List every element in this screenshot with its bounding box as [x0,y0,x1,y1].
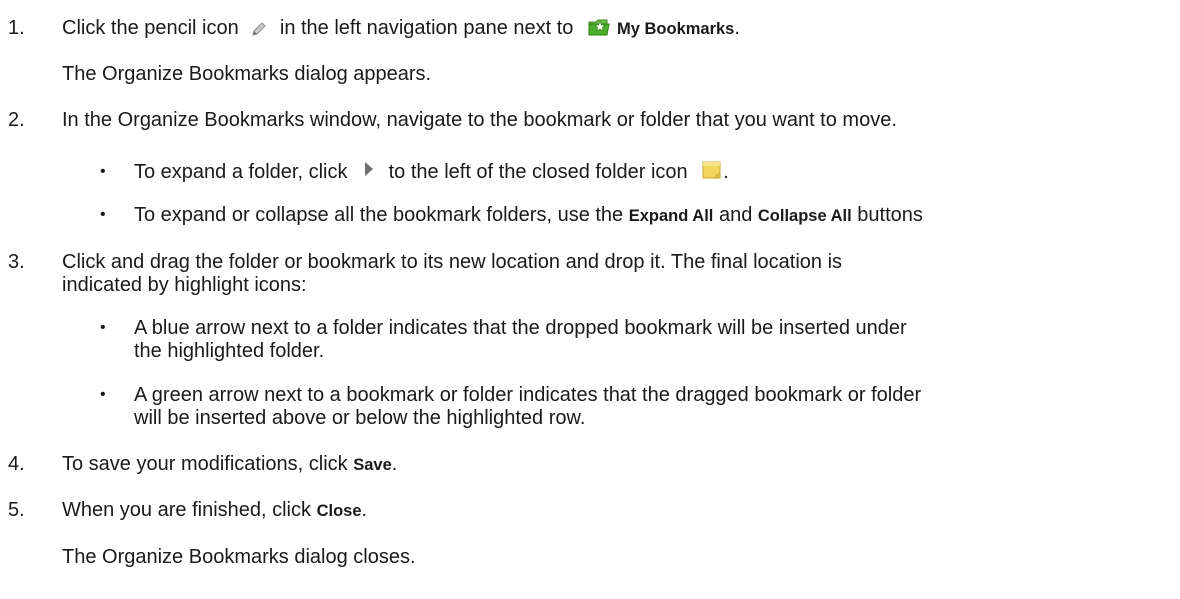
step-text: . [391,453,398,475]
bullet-glyph: • [100,319,106,336]
bullet-text: A green arrow next to a bookmark or fold… [134,384,922,406]
bullet-text: To expand a folder, click [134,161,348,183]
step-text: When you are finished, click [62,499,312,521]
step-text: . [361,499,368,521]
step-number: 1. [8,17,25,39]
bookmark-star-icon [587,15,611,39]
bullet-text: to the left of the closed folder icon [388,161,688,183]
instruction-document: 1. Click the pencil icon in the left nav… [0,0,1180,599]
bullet-text: buttons [857,204,923,226]
step-number: 3. [8,251,25,273]
step-text: in the left navigation pane next to [279,17,574,39]
step-text: . [734,17,740,39]
bullet-text: the highlighted folder. [134,340,325,362]
closed-folder-icon [701,159,723,181]
step-text: To save your modifications, click [62,453,348,475]
bullet-glyph: • [100,206,106,223]
bullet-text: and [718,204,753,226]
bullet-text: will be inserted above or below the high… [134,407,586,429]
step-text: Click the pencil icon [62,17,239,39]
step-text: indicated by highlight icons: [62,274,307,296]
bullet-text: To expand or collapse all the bookmark f… [134,204,624,226]
pencil-icon [250,20,268,38]
step-text: In the Organize Bookmarks window, naviga… [62,109,897,131]
expand-all-label: Expand All [628,207,714,225]
step-text: Click and drag the folder or bookmark to… [62,251,843,273]
step-number: 2. [8,109,25,131]
step-5-result: The Organize Bookmarks dialog closes. [62,546,416,568]
bullet-text: . [723,161,729,183]
close-label: Close [316,502,362,520]
my-bookmarks-label: My Bookmarks [616,20,735,38]
expand-arrow-icon [363,160,375,178]
step-number: 5. [8,499,25,521]
collapse-all-label: Collapse All [757,207,852,225]
bullet-glyph: • [100,386,106,403]
bullet-glyph: • [100,163,106,180]
save-label: Save [353,456,392,474]
bullet-text: A blue arrow next to a folder indicates … [134,317,907,339]
step-number: 4. [8,453,25,475]
step-1-result: The Organize Bookmarks dialog appears. [62,63,432,85]
